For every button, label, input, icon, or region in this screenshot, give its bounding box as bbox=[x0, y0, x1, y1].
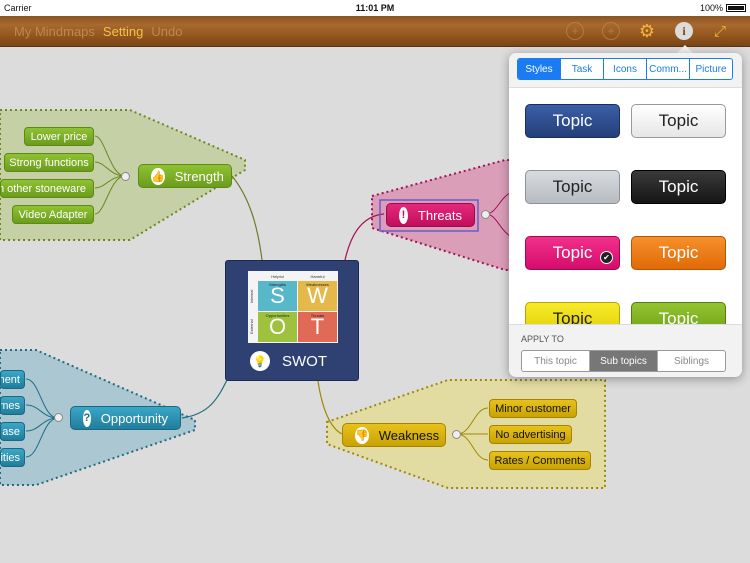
list-item[interactable]: Minor customer bbox=[489, 399, 577, 418]
list-item[interactable]: Lower price bbox=[24, 127, 94, 146]
battery-icon bbox=[726, 4, 746, 12]
list-item[interactable]: No advertising bbox=[489, 425, 572, 444]
battery-indicator: 100% bbox=[700, 3, 746, 13]
tab-comments[interactable]: Comm... bbox=[647, 59, 690, 79]
style-blue-button[interactable]: Topic bbox=[525, 104, 620, 138]
lightbulb-icon: 💡 bbox=[250, 351, 270, 371]
gear-icon[interactable]: ⚙ bbox=[638, 21, 656, 41]
undo-button[interactable]: Undo bbox=[151, 24, 182, 39]
central-topic[interactable]: Helpful Harmful Internal Strengths S Weak… bbox=[225, 260, 359, 381]
opportunity-topic[interactable]: ? Opportunity bbox=[70, 406, 181, 430]
info-icon[interactable]: i bbox=[675, 22, 693, 40]
list-item[interactable]: Strong functions bbox=[4, 153, 94, 172]
style-gray-button[interactable]: Topic bbox=[525, 170, 620, 204]
my-mindmaps-button[interactable]: My Mindmaps bbox=[14, 24, 95, 39]
apply-to-segmented: This topic Sub topics Siblings bbox=[521, 350, 726, 372]
popover-tabs: Styles Task Icons Comm... Picture bbox=[517, 58, 733, 80]
format-popover: Styles Task Icons Comm... Picture Topic … bbox=[509, 53, 742, 377]
threats-topic[interactable]: ! Threats bbox=[386, 203, 475, 227]
style-white-button[interactable]: Topic bbox=[631, 104, 726, 138]
style-green-button[interactable]: Topic bbox=[631, 302, 726, 324]
list-item[interactable]: Video Adapter bbox=[12, 205, 94, 224]
branch-joint[interactable] bbox=[481, 210, 490, 219]
apply-sub-topics[interactable]: Sub topics bbox=[590, 351, 658, 371]
list-item[interactable]: mes bbox=[0, 396, 25, 415]
battery-percent: 100% bbox=[699, 3, 723, 13]
status-bar: Carrier 11:01 PM 100% bbox=[0, 0, 750, 16]
apply-to-label: APPLY TO bbox=[521, 334, 564, 344]
tab-picture[interactable]: Picture bbox=[690, 59, 732, 79]
question-icon: ? bbox=[83, 409, 91, 427]
toolbar: My Mindmaps Setting Undo + + ⚙ i ⤢ bbox=[0, 16, 750, 47]
weakness-topic[interactable]: 👎 Weakness bbox=[342, 423, 446, 447]
style-pink-button[interactable]: Topic ✔ bbox=[525, 236, 620, 270]
list-item[interactable]: ment bbox=[0, 370, 25, 389]
apply-this-topic[interactable]: This topic bbox=[522, 351, 590, 371]
styles-grid[interactable]: Topic Topic Topic Topic Topic ✔ Topic To… bbox=[509, 87, 742, 325]
add-subtopic-icon[interactable]: + bbox=[602, 22, 620, 40]
style-orange-button[interactable]: Topic bbox=[631, 236, 726, 270]
clock: 11:01 PM bbox=[355, 3, 395, 13]
branch-joint[interactable] bbox=[121, 172, 130, 181]
thumbs-up-icon: 👍 bbox=[151, 167, 165, 185]
tab-styles[interactable]: Styles bbox=[518, 59, 561, 79]
swot-grid-image: Helpful Harmful Internal Strengths S Weak… bbox=[248, 271, 338, 343]
branch-joint[interactable] bbox=[54, 413, 63, 422]
list-item[interactable]: ase bbox=[0, 422, 25, 441]
central-topic-label: SWOT bbox=[282, 352, 327, 370]
style-black-button[interactable]: Topic bbox=[631, 170, 726, 204]
apply-siblings[interactable]: Siblings bbox=[658, 351, 725, 371]
list-item[interactable]: h other stoneware bbox=[0, 179, 94, 198]
list-item[interactable]: Rates / Comments bbox=[489, 451, 591, 470]
tab-task[interactable]: Task bbox=[561, 59, 604, 79]
setting-button[interactable]: Setting bbox=[103, 24, 143, 39]
expand-icon[interactable]: ⤢ bbox=[711, 22, 729, 40]
checkmark-icon: ✔ bbox=[600, 251, 613, 264]
thumbs-down-icon: 👎 bbox=[355, 426, 369, 444]
exclamation-icon: ! bbox=[399, 206, 408, 224]
tab-icons[interactable]: Icons bbox=[604, 59, 647, 79]
style-yellow-button[interactable]: Topic bbox=[525, 302, 620, 324]
strength-topic[interactable]: 👍 Strength bbox=[138, 164, 232, 188]
list-item[interactable]: ities bbox=[0, 448, 25, 467]
branch-joint[interactable] bbox=[452, 430, 461, 439]
add-topic-icon[interactable]: + bbox=[566, 22, 584, 40]
